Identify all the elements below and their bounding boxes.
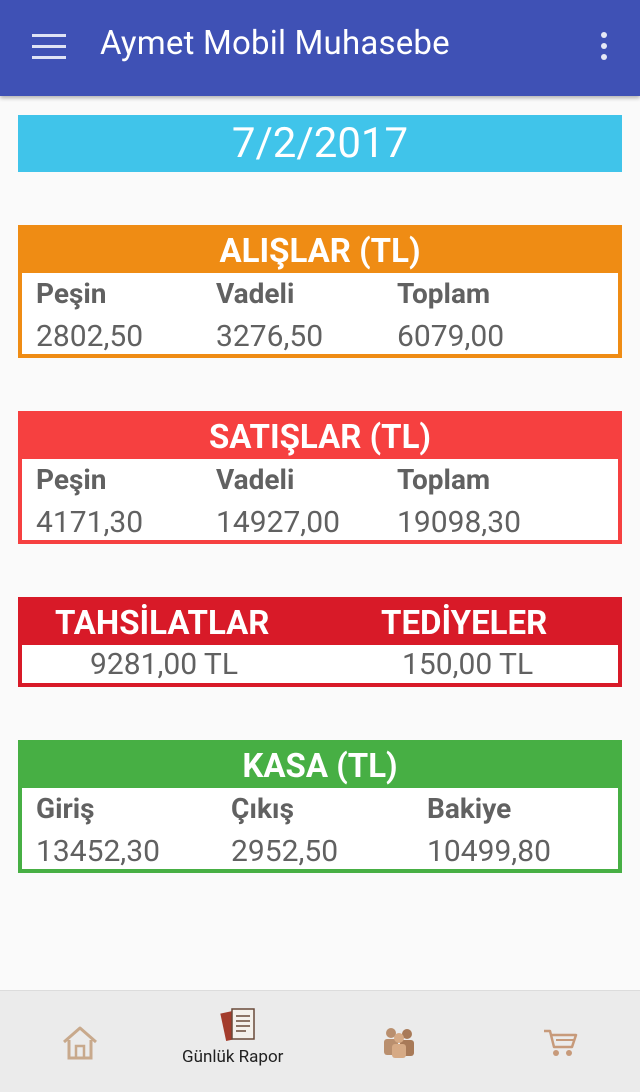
nav-cart[interactable] xyxy=(520,991,600,1092)
cash-register-card: KASA (TL) Giriş Çıkış Bakiye 13452,30 29… xyxy=(18,740,622,873)
collections-title: TAHSİLATLAR xyxy=(55,604,270,643)
collections-payments-card: TAHSİLATLAR TEDİYELER 9281,00 TL 150,00 … xyxy=(18,597,622,687)
cart-icon xyxy=(544,1029,578,1056)
sales-cash-label: Peşin xyxy=(36,463,107,496)
cash-register-title: KASA (TL) xyxy=(242,747,398,786)
home-icon xyxy=(63,1026,97,1060)
balance-value: 10499,80 xyxy=(427,834,551,869)
cash-out-label: Çıkış xyxy=(231,792,294,825)
payments-value: 150,00 TL xyxy=(402,647,534,682)
purchases-total-label: Toplam xyxy=(397,277,491,310)
collections-value: 9281,00 TL xyxy=(90,647,238,682)
bottom-navigation: Günlük Rapor xyxy=(0,990,640,1092)
purchases-body: Peşin Vadeli Toplam 2802,50 3276,50 6079… xyxy=(22,273,618,354)
sales-total-value: 19098,30 xyxy=(397,505,521,540)
app-title: Aymet Mobil Muhasebe xyxy=(100,24,450,63)
cash-in-label: Giriş xyxy=(36,792,95,825)
purchases-cash-value: 2802,50 xyxy=(36,319,144,354)
cash-out-value: 2952,50 xyxy=(231,834,339,869)
collections-payments-body: 9281,00 TL 150,00 TL xyxy=(22,645,618,683)
sales-total-label: Toplam xyxy=(397,463,491,496)
nav-daily-report[interactable]: Günlük Rapor xyxy=(170,991,310,1092)
purchases-total-value: 6079,00 xyxy=(397,319,505,354)
sales-credit-value: 14927,00 xyxy=(216,505,340,540)
cash-in-value: 13452,30 xyxy=(36,834,160,869)
sales-cash-value: 4171,30 xyxy=(36,505,144,540)
more-options-icon[interactable] xyxy=(598,32,610,66)
menu-icon[interactable] xyxy=(32,34,66,62)
purchases-credit-label: Vadeli xyxy=(216,277,295,310)
nav-home[interactable] xyxy=(40,991,120,1092)
report-date[interactable]: 7/2/2017 xyxy=(18,115,622,172)
sales-credit-label: Vadeli xyxy=(216,463,295,496)
balance-label: Bakiye xyxy=(427,792,512,825)
purchases-card: ALIŞLAR (TL) Peşin Vadeli Toplam 2802,50… xyxy=(18,225,622,358)
sales-card: SATIŞLAR (TL) Peşin Vadeli Toplam 4171,3… xyxy=(18,411,622,544)
purchases-credit-value: 3276,50 xyxy=(216,319,324,354)
customers-icon xyxy=(384,1028,414,1058)
collections-payments-header: TAHSİLATLAR TEDİYELER xyxy=(22,601,618,645)
report-icon xyxy=(220,1008,255,1041)
app-bar: Aymet Mobil Muhasebe xyxy=(0,0,640,96)
sales-title: SATIŞLAR (TL) xyxy=(208,418,432,457)
purchases-cash-label: Peşin xyxy=(36,277,107,310)
nav-daily-report-label: Günlük Rapor xyxy=(182,1047,284,1067)
cash-register-body: Giriş Çıkış Bakiye 13452,30 2952,50 1049… xyxy=(22,788,618,869)
payments-title: TEDİYELER xyxy=(381,604,548,643)
sales-body: Peşin Vadeli Toplam 4171,30 14927,00 190… xyxy=(22,459,618,540)
purchases-title: ALIŞLAR (TL) xyxy=(219,232,421,271)
nav-customers[interactable] xyxy=(360,991,440,1092)
